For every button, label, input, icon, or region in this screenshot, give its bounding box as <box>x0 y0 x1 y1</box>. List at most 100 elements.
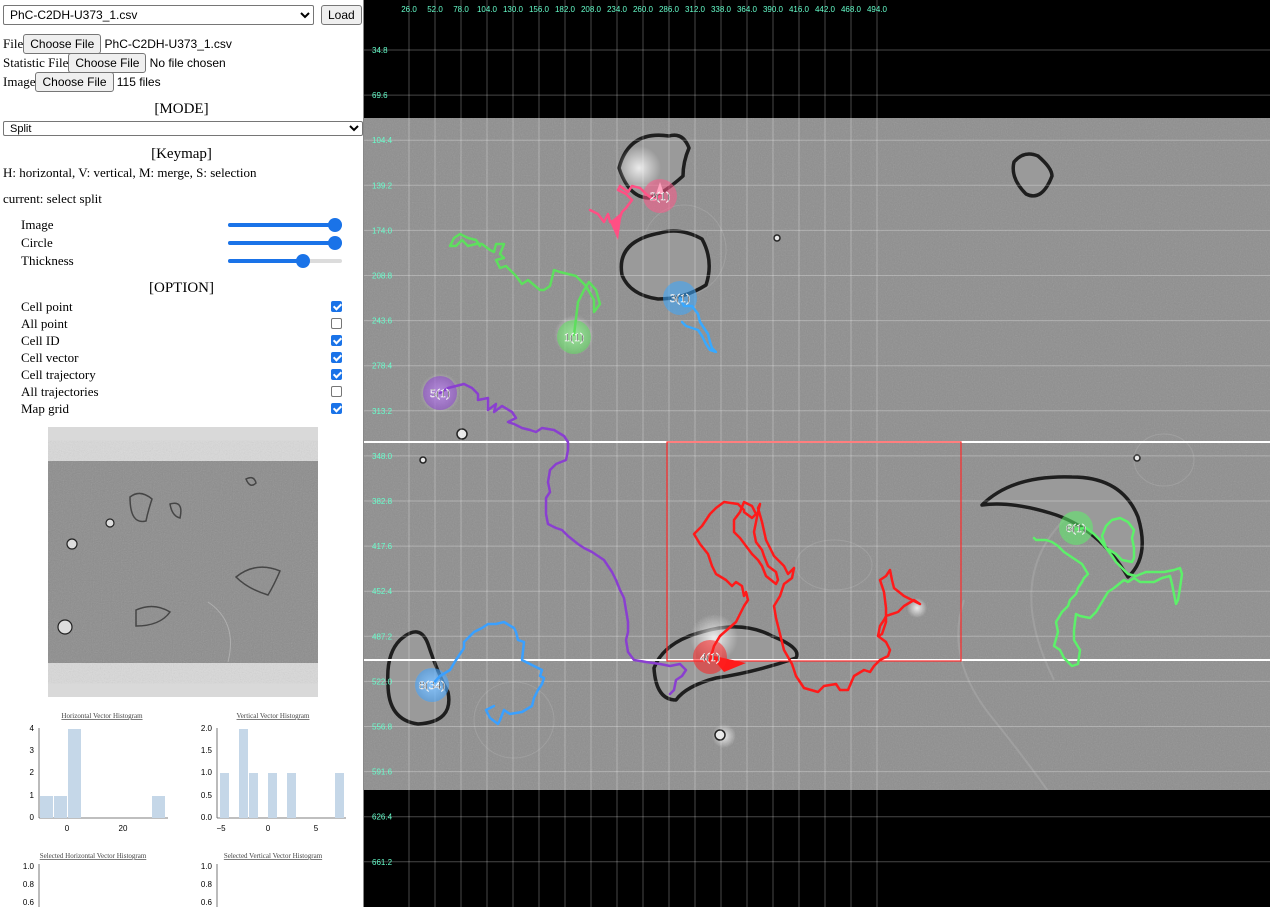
image-choose-button[interactable]: Choose File <box>35 72 114 92</box>
control-panel: PhC-C2DH-U373_1.csv Load File Choose File… <box>0 0 363 907</box>
h-hist-bar <box>152 796 165 818</box>
option-cell-point-checkbox[interactable] <box>331 301 342 312</box>
current-mode-text: current: select split <box>3 191 102 206</box>
mode-select[interactable]: Split <box>3 121 363 136</box>
statistic-file-choose-button[interactable]: Choose File <box>68 53 147 73</box>
image-opacity-slider[interactable] <box>228 218 342 232</box>
option-all-point-checkbox[interactable] <box>331 318 342 329</box>
y-tick-label: 174.0 <box>372 226 393 235</box>
x-tick-label: 182.0 <box>555 5 576 14</box>
minimap[interactable] <box>48 427 318 697</box>
x-tick-label: 468.0 <box>841 5 862 14</box>
cell-marker[interactable]: 1(1) <box>557 320 591 354</box>
x-tick-label: 286.0 <box>659 5 680 14</box>
horizontal-histogram: 4 3 2 1 0 0 20 <box>30 724 168 833</box>
h-hist-ytick: 0 <box>30 813 35 822</box>
v-hist-ytick: 2.0 <box>201 724 213 733</box>
cell-marker[interactable]: 2(1) <box>643 179 677 213</box>
y-tick-label: 626.4 <box>372 813 393 822</box>
h-hist-xtick: 0 <box>65 824 70 833</box>
sh-hist-ytick: 0.8 <box>23 880 35 889</box>
v-hist-bar <box>287 773 296 818</box>
cell-id-label: 8(34) <box>419 678 445 692</box>
cell-body <box>619 229 711 301</box>
y-tick-label: 313.2 <box>372 407 393 416</box>
h-hist-bar <box>40 796 53 818</box>
option-cell-point-label: Cell point <box>21 299 73 314</box>
v-hist-ytick: 0.5 <box>201 791 213 800</box>
x-tick-label: 208.0 <box>581 5 602 14</box>
y-tick-label: 278.4 <box>372 362 393 371</box>
y-tick-label: 661.2 <box>372 858 393 867</box>
file-choose-button[interactable]: Choose File <box>23 34 102 54</box>
x-tick-label: 78.0 <box>453 5 469 14</box>
h-hist-ytick: 1 <box>30 791 35 800</box>
h-hist-ytick: 3 <box>30 746 35 755</box>
x-tick-label: 442.0 <box>815 5 836 14</box>
tracking-canvas[interactable]: 1(1) 2(1) 3(1) 4(1) 5(1) 6(1) 8(34) 26.0 52.0 78… <box>364 0 1270 907</box>
h-hist-bar <box>54 796 67 818</box>
histogram-panel: Horizontal Vector Histogram Vertical Vec… <box>23 712 346 907</box>
x-tick-label: 104.0 <box>477 5 498 14</box>
load-button[interactable]: Load <box>321 5 362 25</box>
cell-marker[interactable]: 6(1) <box>1059 511 1093 545</box>
mode-title: [MODE] <box>154 101 209 117</box>
x-tick-label: 312.0 <box>685 5 706 14</box>
h-hist-xtick: 20 <box>119 824 128 833</box>
x-tick-label: 494.0 <box>867 5 888 14</box>
thickness-slider-label: Thickness <box>21 253 74 268</box>
sh-hist-ytick: 0.6 <box>23 898 35 907</box>
option-map-grid-label: Map grid <box>21 401 70 416</box>
image-row: Image Choose File 115 files <box>3 72 161 92</box>
h-hist-bar <box>68 729 81 818</box>
y-tick-label: 452.4 <box>372 587 393 596</box>
option-cell-trajectory-checkbox[interactable] <box>331 369 342 380</box>
option-all-trajectories-label: All trajectories <box>21 384 99 399</box>
image-label: Image <box>3 74 36 89</box>
x-tick-label: 260.0 <box>633 5 654 14</box>
cell-marker[interactable]: 3(1) <box>663 281 697 315</box>
csv-select[interactable]: PhC-C2DH-U373_1.csv <box>3 5 314 25</box>
x-tick-label: 390.0 <box>763 5 784 14</box>
x-tick-label: 364.0 <box>737 5 758 14</box>
y-tick-label: 417.6 <box>372 542 393 551</box>
cell-marker[interactable]: 4(1) <box>693 640 727 674</box>
top-blank-area <box>364 0 1270 118</box>
thickness-slider[interactable] <box>228 254 342 268</box>
option-cell-vector-checkbox[interactable] <box>331 352 342 363</box>
sv-hist-ytick: 0.8 <box>201 880 213 889</box>
statistic-file-label: Statistic File <box>3 55 69 70</box>
option-all-trajectories-checkbox[interactable] <box>331 386 342 397</box>
v-hist-ytick: 1.0 <box>201 768 213 777</box>
y-tick-label: 104.4 <box>372 136 393 145</box>
file-row: File Choose File PhC-C2DH-U373_1.csv <box>3 34 232 54</box>
cell-id-label: 4(1) <box>700 650 720 664</box>
image-value: 115 files <box>116 75 161 89</box>
v-hist-xtick: 5 <box>314 824 319 833</box>
cell-marker[interactable]: 8(34) <box>415 668 449 702</box>
y-tick-label: 522.0 <box>372 677 393 686</box>
y-tick-label: 34.8 <box>372 46 388 55</box>
option-cell-id-checkbox[interactable] <box>331 335 342 346</box>
sv-hist-ytick: 0.6 <box>201 898 213 907</box>
keymap-text: H: horizontal, V: vertical, M: merge, S:… <box>3 165 257 180</box>
circle-size-slider[interactable] <box>228 236 342 250</box>
slider-thumb[interactable] <box>328 218 342 232</box>
option-map-grid-checkbox[interactable] <box>331 403 342 414</box>
selected-vertical-histogram-title: Selected Vertical Vector Histogram <box>224 852 323 860</box>
v-hist-bar <box>268 773 277 818</box>
map-view[interactable]: 1(1) 2(1) 3(1) 4(1) 5(1) 6(1) 8(34) 26.0 52.0 78… <box>364 0 1270 907</box>
bottom-blank-area <box>364 790 1270 907</box>
x-tick-label: 338.0 <box>711 5 732 14</box>
v-hist-xtick: 0 <box>266 824 271 833</box>
cell-marker[interactable]: 5(1) <box>423 376 457 410</box>
slider-thumb[interactable] <box>328 236 342 250</box>
y-tick-label: 69.6 <box>372 91 388 100</box>
x-tick-label: 130.0 <box>503 5 524 14</box>
sh-hist-ytick: 1.0 <box>23 862 35 871</box>
selected-horizontal-histogram: 1.0 0.8 0.6 <box>23 862 40 907</box>
x-tick-label: 234.0 <box>607 5 628 14</box>
sv-hist-ytick: 1.0 <box>201 862 213 871</box>
cell-id-label: 6(1) <box>1066 521 1086 535</box>
slider-thumb[interactable] <box>296 254 310 268</box>
